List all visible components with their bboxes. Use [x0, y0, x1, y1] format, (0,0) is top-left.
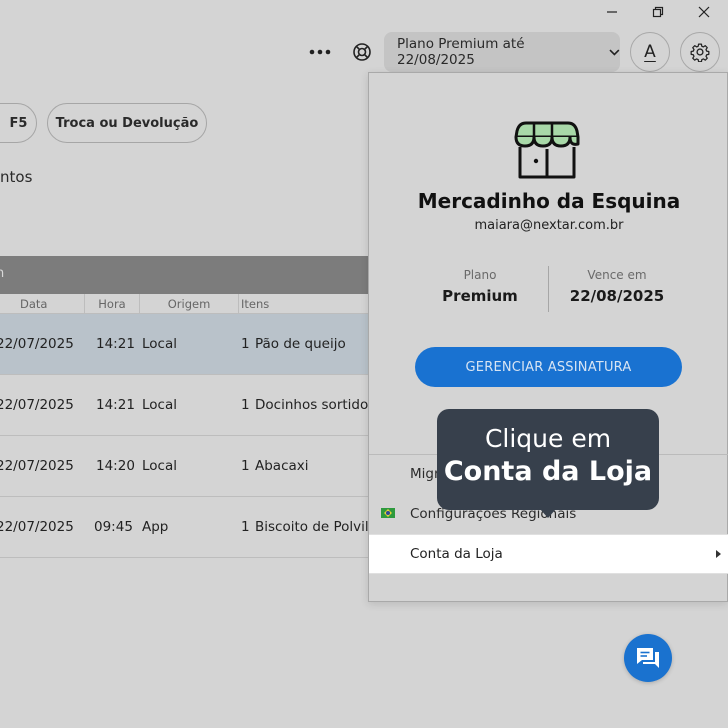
text-size-icon: A	[644, 42, 656, 62]
support-button[interactable]	[348, 38, 376, 66]
row-date: 22/07/2025	[0, 336, 74, 352]
column-header-origin[interactable]: Origem	[140, 294, 239, 314]
store-icon	[514, 117, 580, 185]
exchange-return-button[interactable]: Troca ou Devolução	[47, 103, 207, 143]
row-item: Abacaxi	[255, 458, 309, 474]
row-qty: 1	[241, 397, 250, 413]
table-row[interactable]: 22/07/2025 09:45 App 1 Biscoito de Polvi…	[0, 497, 385, 558]
row-origin: Local	[142, 336, 177, 352]
manage-subscription-button[interactable]: GERENCIAR ASSINATURA	[415, 347, 682, 387]
row-date: 22/07/2025	[0, 397, 74, 413]
f5-label: F5	[9, 115, 28, 131]
chat-icon	[637, 648, 659, 668]
table-row[interactable]: 22/07/2025 14:20 Local 1 Abacaxi	[0, 436, 368, 497]
more-options-button[interactable]	[306, 40, 334, 64]
column-header-time[interactable]: Hora	[85, 294, 140, 314]
section-heading-fragment: ntos	[0, 168, 33, 186]
row-origin: Local	[142, 458, 177, 474]
column-header-items[interactable]: Itens	[239, 294, 368, 314]
row-time: 09:45	[94, 519, 133, 535]
menu-item-migrate-label: Migr	[410, 466, 440, 482]
table-row[interactable]: 22/07/2025 14:21 Local 1 Pão de queijo	[0, 314, 368, 375]
expiry-label: Vence em	[587, 268, 647, 282]
plan-dropdown-button[interactable]: Plano Premium até 22/08/2025	[384, 32, 620, 72]
exchange-return-label: Troca ou Devolução	[55, 115, 199, 131]
column-header-date[interactable]: Data	[0, 294, 85, 314]
account-popup: Mercadinho da Esquina maiara@nextar.com.…	[368, 72, 728, 602]
account-email: maiara@nextar.com.br	[474, 218, 624, 233]
minimize-button[interactable]	[592, 0, 632, 24]
gear-icon	[690, 43, 710, 62]
row-origin: App	[142, 519, 169, 535]
close-icon	[698, 6, 710, 18]
expiry-info: Vence em 22/08/2025	[527, 268, 707, 305]
restore-button[interactable]	[638, 0, 678, 24]
expiry-value: 22/08/2025	[569, 287, 665, 305]
restore-icon	[652, 6, 664, 18]
more-dots-icon	[309, 49, 331, 55]
row-date: 22/07/2025	[0, 458, 74, 474]
tooltip-line-2: Conta da Loja	[443, 456, 653, 487]
f5-button[interactable]: F5	[0, 103, 37, 143]
brazil-flag-icon	[381, 508, 395, 518]
row-item: Pão de queijo	[255, 336, 346, 352]
row-time: 14:20	[96, 458, 135, 474]
table-title-fragment: n	[0, 266, 5, 281]
submenu-arrow-icon	[716, 550, 721, 558]
store-name: Mercadinho da Esquina	[417, 189, 681, 213]
row-item: Biscoito de Polvilho	[255, 519, 386, 535]
table-row[interactable]: 22/07/2025 14:21 Local 1 Docinhos sortid…	[0, 375, 375, 436]
row-qty: 1	[241, 336, 250, 352]
chevron-down-icon	[609, 48, 620, 56]
menu-item-store-account-label: Conta da Loja	[410, 546, 503, 562]
tutorial-tooltip: Clique em Conta da Loja	[437, 409, 659, 518]
row-date: 22/07/2025	[0, 519, 74, 535]
tooltip-pointer	[540, 509, 556, 518]
text-size-button[interactable]: A	[630, 32, 670, 72]
lifebuoy-icon	[353, 43, 371, 61]
row-origin: Local	[142, 397, 177, 413]
manage-subscription-label: GERENCIAR ASSINATURA	[465, 359, 632, 375]
minimize-icon	[607, 11, 617, 13]
row-qty: 1	[241, 519, 250, 535]
row-item: Docinhos sortidos	[255, 397, 376, 413]
chat-button[interactable]	[624, 634, 672, 682]
row-time: 14:21	[96, 397, 135, 413]
close-window-button[interactable]	[684, 0, 724, 24]
tooltip-line-1: Clique em	[484, 424, 612, 453]
row-time: 14:21	[96, 336, 135, 352]
row-qty: 1	[241, 458, 250, 474]
table-title-bar: n	[0, 256, 368, 294]
menu-item-store-account[interactable]: Conta da Loja	[369, 534, 728, 574]
plan-dropdown-label: Plano Premium até 22/08/2025	[397, 36, 525, 68]
table-column-headers: Data Hora Origem Itens	[0, 294, 368, 314]
settings-button[interactable]	[680, 32, 720, 72]
